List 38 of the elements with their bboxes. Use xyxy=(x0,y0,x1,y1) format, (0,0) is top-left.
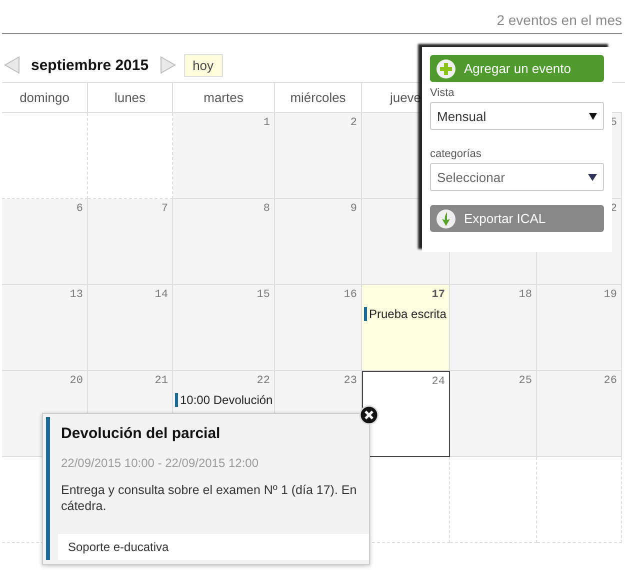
day-number: 15 xyxy=(256,289,270,301)
next-arrow-icon[interactable] xyxy=(160,56,176,74)
day-number: 13 xyxy=(70,289,83,301)
day-number: 23 xyxy=(344,375,357,387)
day-number: 6 xyxy=(76,203,83,215)
add-event-button[interactable]: Agregar un evento xyxy=(430,55,604,82)
day-number: 14 xyxy=(154,289,168,301)
day-number: 7 xyxy=(161,203,168,215)
day-number: 18 xyxy=(518,289,532,301)
day-number: 9 xyxy=(350,203,357,215)
plus-icon xyxy=(436,58,456,78)
day-number: 21 xyxy=(154,375,168,387)
today-button[interactable]: hoy xyxy=(184,54,223,76)
day-number: 1 xyxy=(263,117,270,129)
event-description: Entrega y consulta sobre el examen Nº 1 (día 17). En cátedra. xyxy=(61,482,358,514)
event-count: 2 eventos en el mes xyxy=(496,10,622,28)
day-number: 26 xyxy=(604,375,617,387)
day-number: 8 xyxy=(263,203,270,215)
day-number: 24 xyxy=(432,376,445,388)
day-number: 2 xyxy=(350,117,357,129)
dropdown-arrow-icon xyxy=(588,174,597,180)
day-number: 25 xyxy=(518,375,532,387)
close-icon[interactable] xyxy=(359,405,379,425)
event-title: Devolución del parcial xyxy=(61,425,220,442)
event-category: Soporte e-ducativa xyxy=(58,534,369,560)
day-number: 20 xyxy=(70,375,83,387)
day-number: 17 xyxy=(432,289,445,301)
previous-arrow-icon[interactable] xyxy=(4,56,20,74)
month-title: septiembre 2015 xyxy=(31,56,149,74)
day-number: 22 xyxy=(256,375,270,387)
dropdown-arrow-icon xyxy=(589,112,597,120)
export-button[interactable]: Exportar ICAL xyxy=(430,205,604,232)
categories-select[interactable]: Seleccionar xyxy=(430,163,604,191)
view-select[interactable]: Mensual xyxy=(430,102,604,130)
event-dates: 22/09/2015 10:00 - 22/09/2015 12:00 xyxy=(61,456,259,470)
categories-label: categorías xyxy=(430,148,482,160)
day-number: 19 xyxy=(604,289,617,301)
day-number: 16 xyxy=(344,289,357,301)
